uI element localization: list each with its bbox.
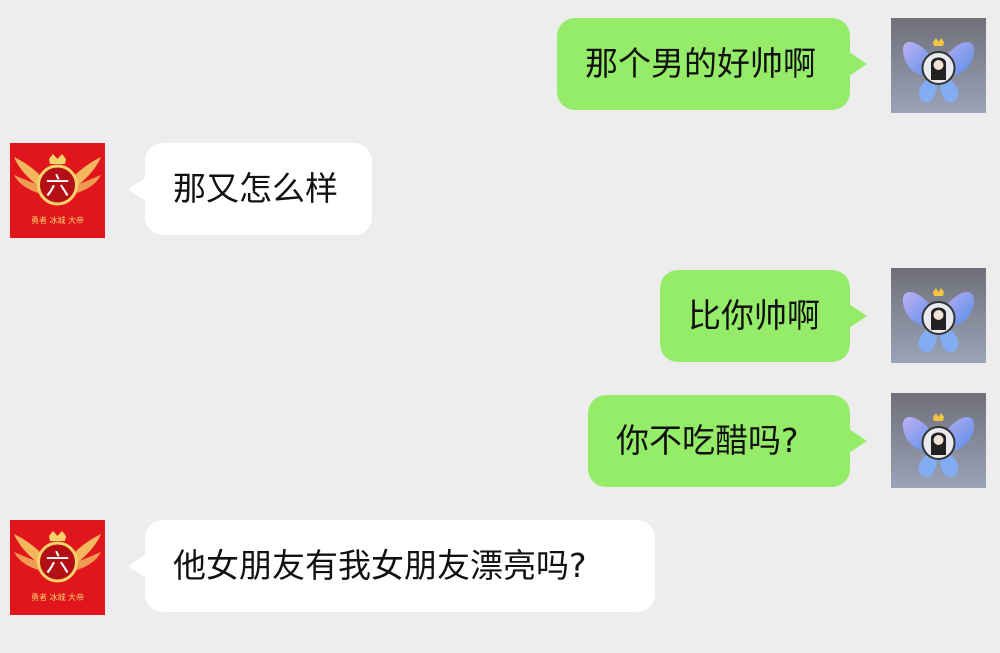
message-row-sent: 你不吃醋吗? (0, 393, 1000, 488)
badge-glyph: 六 (46, 172, 70, 200)
received-avatar[interactable]: 六 勇者 冰城 大帝 (10, 143, 105, 238)
butterfly-avatar-icon (891, 268, 986, 363)
sent-avatar[interactable] (891, 18, 986, 113)
message-row-sent: 那个男的好帅啊 (0, 18, 1000, 113)
butterfly-avatar-icon (891, 18, 986, 113)
received-avatar[interactable]: 六 勇者 冰城 大帝 (10, 520, 105, 615)
message-text: 那个男的好帅啊 (585, 44, 816, 83)
message-text: 那又怎么样 (173, 169, 338, 208)
message-bubble-received[interactable]: 那又怎么样 (128, 143, 372, 235)
badge-glyph: 六 (46, 549, 70, 577)
chat-area: 那个男的好帅啊 六 勇者 冰城 大帝 那又怎么样 比你帅啊 你不吃醋吗? 六 勇… (0, 0, 1000, 653)
message-row-received: 六 勇者 冰城 大帝 他女朋友有我女朋友漂亮吗? (0, 520, 1000, 615)
message-row-sent: 比你帅啊 (0, 268, 1000, 363)
message-bubble-sent[interactable]: 你不吃醋吗? (588, 395, 867, 487)
badge-caption: 勇者 冰城 大帝 (31, 215, 84, 225)
message-text: 比你帅啊 (688, 296, 820, 335)
red-badge-avatar-icon: 六 勇者 冰城 大帝 (10, 143, 105, 238)
sent-avatar[interactable] (891, 268, 986, 363)
message-bubble-sent[interactable]: 那个男的好帅啊 (557, 18, 867, 110)
message-bubble-received[interactable]: 他女朋友有我女朋友漂亮吗? (128, 520, 655, 612)
message-text: 你不吃醋吗? (616, 421, 799, 460)
sent-avatar[interactable] (891, 393, 986, 488)
butterfly-avatar-icon (891, 393, 986, 488)
message-text: 他女朋友有我女朋友漂亮吗? (173, 546, 587, 585)
message-row-received: 六 勇者 冰城 大帝 那又怎么样 (0, 143, 1000, 238)
badge-caption: 勇者 冰城 大帝 (31, 592, 84, 602)
red-badge-avatar-icon: 六 勇者 冰城 大帝 (10, 520, 105, 615)
message-bubble-sent[interactable]: 比你帅啊 (660, 270, 867, 362)
